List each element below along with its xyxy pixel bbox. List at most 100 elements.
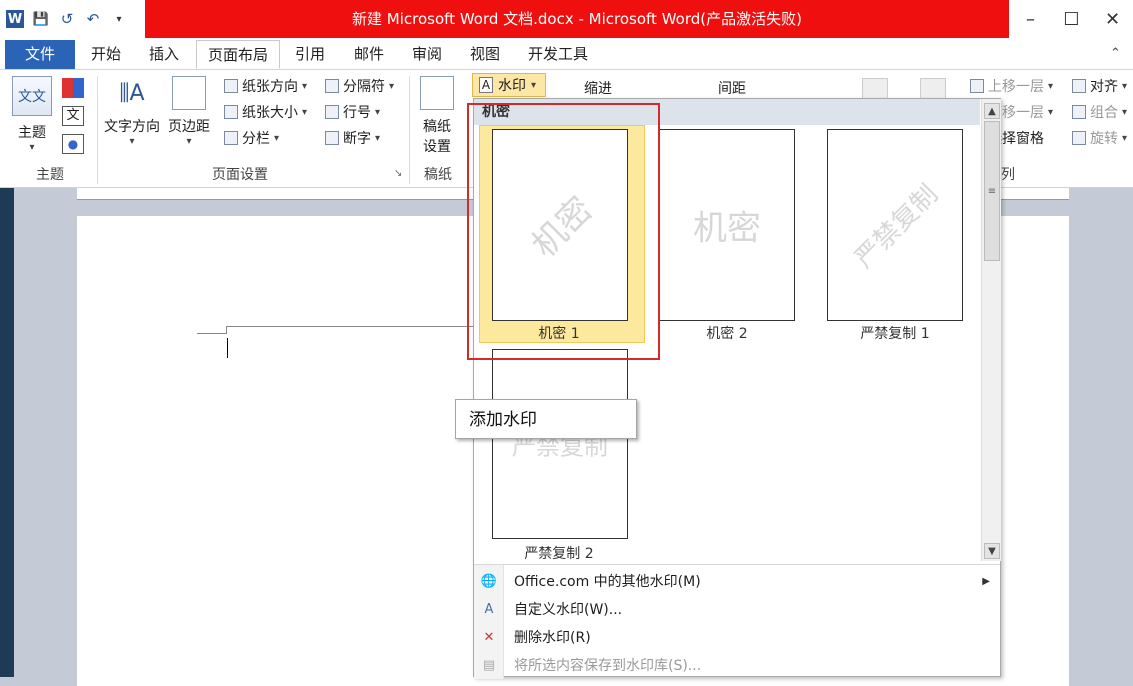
hyphenation-label: 断字 [343, 131, 371, 147]
bring-forward-button[interactable]: 上移一层 ▾ [970, 76, 1053, 96]
chevron-down-icon: ▾ [1122, 80, 1128, 92]
menu-item-label: 将所选内容保存到水印库(S)... [514, 658, 702, 674]
manuscript-label-2: 设置 [423, 139, 451, 155]
watermark-tile-no-copy-1[interactable]: 严禁复制 [827, 129, 963, 321]
align-label: 对齐 [1090, 79, 1118, 95]
menu-item-remove-watermark[interactable]: ✕ 删除水印(R) [474, 623, 1000, 651]
menu-item-label: 删除水印(R) [514, 630, 591, 646]
rotate-button[interactable]: 旋转 ▾ [1072, 128, 1127, 148]
group-objects-icon [1072, 105, 1086, 119]
globe-icon: 🌐 [480, 573, 498, 589]
align-button[interactable]: 对齐 ▾ [1072, 76, 1127, 96]
chevron-down-icon: ▾ [1048, 106, 1054, 118]
hyphenation-icon [325, 131, 339, 145]
chevron-down-icon: ▾ [1122, 106, 1128, 118]
text-direction-label: 文字方向 [104, 119, 160, 135]
hyphenation-button[interactable]: 断字 ▾ [325, 128, 380, 148]
menu-item-more-watermarks[interactable]: 🌐 Office.com 中的其他水印(M) ▶ [474, 567, 1000, 595]
theme-effects-icon[interactable]: ● [62, 134, 84, 154]
line-numbers-icon [325, 105, 339, 119]
minimize-button[interactable]: – [1010, 0, 1051, 38]
page-size-icon [224, 105, 238, 119]
bring-forward-label: 上移一层 [988, 79, 1044, 95]
gallery-scrollbar[interactable]: ▲ ≡ ▼ [981, 99, 1001, 561]
orientation-button[interactable]: 纸张方向 ▾ [224, 76, 307, 96]
chevron-down-icon: ▾ [274, 132, 280, 144]
watermark-menu-items: 🌐 Office.com 中的其他水印(M) ▶ A 自定义水印(W)... ✕… [474, 564, 1000, 679]
tab-insert[interactable]: 插入 [138, 40, 190, 69]
theme-colors-icon[interactable] [62, 78, 84, 98]
chevron-down-icon: ▾ [375, 132, 381, 144]
annotation-highlight-box [467, 103, 660, 360]
bring-forward-icon [970, 79, 984, 93]
tab-file[interactable]: 文件 [5, 40, 75, 69]
group-objects-button[interactable]: 组合 ▾ [1072, 102, 1127, 122]
tab-view[interactable]: 视图 [460, 40, 510, 69]
manuscript-icon [420, 76, 454, 110]
quick-access-toolbar: W 💾 ↺ ↶ ▾ [6, 6, 128, 32]
theme-fonts-icon[interactable]: 文 [62, 106, 84, 126]
manuscript-settings-button[interactable]: 稿纸 设置 [420, 76, 454, 156]
watermark-tile-no-copy-2[interactable]: 严禁复制 [492, 349, 628, 539]
margin-guide [226, 326, 227, 334]
close-button[interactable]: ✕ [1092, 0, 1133, 38]
maximize-button[interactable]: ☐ [1051, 0, 1092, 38]
save-to-gallery-icon: ▤ [482, 657, 496, 673]
chevron-down-icon: ▾ [1048, 80, 1054, 92]
watermark-label: 水印 [498, 78, 526, 94]
group-label-arrange: 列 [1001, 167, 1015, 183]
group-label-themes: 主题 [36, 167, 64, 183]
watermark-preview-text: 机密 [693, 208, 761, 249]
tab-page-layout[interactable]: 页面布局 [196, 40, 280, 69]
themes-button[interactable]: 文文 主题 ▾ [12, 76, 52, 153]
watermark-tile-confidential-2[interactable]: 机密 [659, 129, 795, 321]
columns-icon [224, 131, 238, 145]
tooltip: 添加水印 [455, 399, 637, 439]
customize-qat-icon[interactable]: ▾ [110, 10, 128, 28]
rotate-label: 旋转 [1090, 131, 1118, 147]
custom-watermark-icon: A [484, 601, 494, 617]
chevron-down-icon: ▾ [129, 136, 135, 147]
tile-label: 严禁复制 1 [860, 326, 930, 342]
size-button[interactable]: 纸张大小 ▾ [224, 102, 307, 122]
word-app-icon[interactable]: W [6, 10, 24, 28]
menu-item-custom-watermark[interactable]: A 自定义水印(W)... [474, 595, 1000, 623]
scroll-thumb[interactable]: ≡ [984, 121, 1000, 261]
breaks-icon [325, 79, 339, 93]
rotate-icon [1072, 131, 1086, 145]
window-controls: – ☐ ✕ [1010, 0, 1133, 38]
tab-home[interactable]: 开始 [80, 40, 132, 69]
tab-mailings[interactable]: 邮件 [344, 40, 394, 69]
line-numbers-button[interactable]: 行号 ▾ [325, 102, 380, 122]
dialog-launcher-icon[interactable]: ↘ [394, 168, 402, 179]
margins-button[interactable]: 页边距 ▾ [168, 76, 210, 147]
group-separator [409, 76, 410, 184]
group-label-manuscript: 稿纸 [424, 167, 452, 183]
manuscript-label-1: 稿纸 [423, 119, 451, 135]
themes-label: 主题 [18, 125, 46, 141]
tile-label: 机密 2 [706, 326, 748, 342]
menu-item-label: 自定义水印(W)... [514, 602, 623, 618]
text-direction-button[interactable]: ⫼A 文字方向 ▾ [104, 76, 160, 148]
collapse-ribbon-icon[interactable]: ⌃ [1110, 46, 1121, 61]
desktop-edge [0, 188, 14, 677]
scroll-up-icon[interactable]: ▲ [984, 103, 1000, 119]
tab-review[interactable]: 审阅 [402, 40, 452, 69]
watermark-button[interactable]: A 水印 ▾ [472, 73, 546, 97]
redo-icon[interactable]: ↶ [84, 10, 102, 28]
chevron-down-icon: ▾ [302, 80, 308, 92]
tab-references[interactable]: 引用 [286, 40, 334, 69]
breaks-label: 分隔符 [343, 79, 385, 95]
margin-guide [226, 326, 476, 327]
save-icon[interactable]: 💾 [32, 10, 50, 28]
margin-guide [197, 333, 227, 334]
chevron-down-icon: ▾ [29, 142, 35, 153]
breaks-button[interactable]: 分隔符 ▾ [325, 76, 394, 96]
menu-item-label: Office.com 中的其他水印(M) [514, 574, 701, 590]
columns-button[interactable]: 分栏 ▾ [224, 128, 279, 148]
tab-developer[interactable]: 开发工具 [518, 40, 598, 69]
chevron-down-icon: ▾ [302, 106, 308, 118]
scroll-down-icon[interactable]: ▼ [984, 543, 1000, 559]
undo-icon[interactable]: ↺ [58, 10, 76, 28]
indent-label: 缩进 [584, 81, 612, 97]
